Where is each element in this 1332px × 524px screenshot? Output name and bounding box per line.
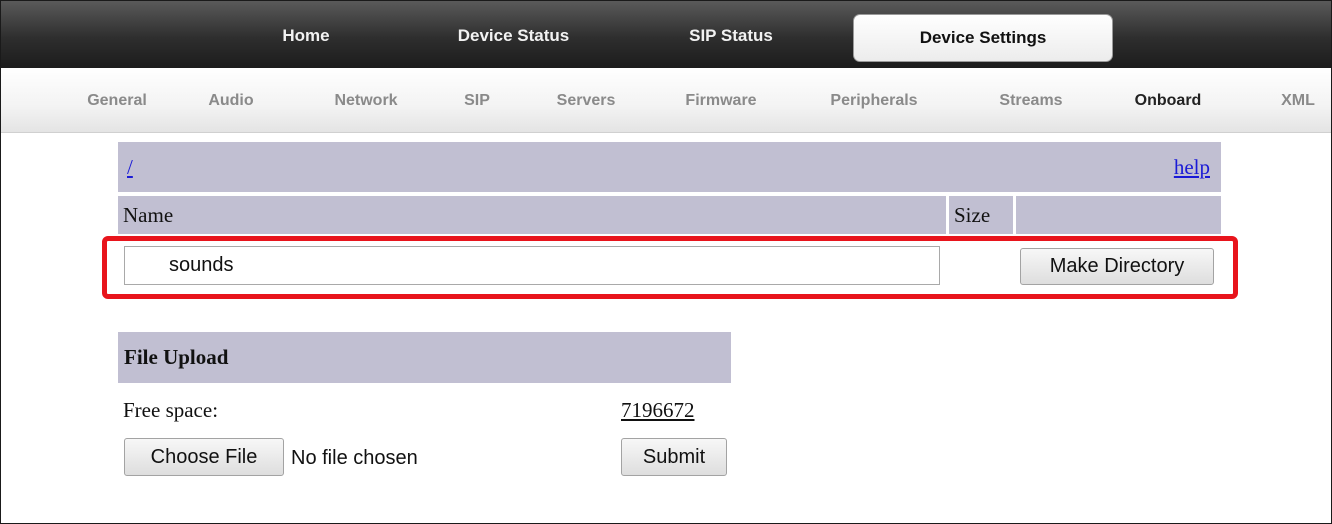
tab-sip-status[interactable]: SIP Status [661, 1, 801, 68]
subnav-peripherals[interactable]: Peripherals [809, 68, 939, 133]
browser-frame: Home Device Status SIP Status Device Set… [0, 0, 1332, 524]
column-header-actions [1016, 196, 1221, 234]
path-bar: / help [118, 142, 1221, 192]
make-directory-button[interactable]: Make Directory [1020, 248, 1214, 285]
subnav-network[interactable]: Network [311, 68, 421, 133]
subnav-streams[interactable]: Streams [976, 68, 1086, 133]
subnav-audio[interactable]: Audio [191, 68, 271, 133]
column-header-name: Name [118, 196, 946, 234]
tab-device-status[interactable]: Device Status [431, 1, 596, 68]
subnav-xml[interactable]: XML [1263, 68, 1331, 133]
no-file-chosen-text: No file chosen [291, 447, 418, 469]
subnav-general[interactable]: General [67, 68, 167, 133]
tab-home[interactable]: Home [246, 1, 366, 68]
file-upload-title: File Upload [118, 332, 731, 383]
help-link[interactable]: help [1174, 155, 1210, 180]
free-space-value: 7196672 [621, 398, 695, 422]
subnav-onboard[interactable]: Onboard [1113, 68, 1223, 133]
top-nav: Home Device Status SIP Status Device Set… [1, 1, 1331, 68]
column-header-size: Size [949, 196, 1013, 234]
sub-nav: General Audio Network SIP Servers Firmwa… [1, 68, 1331, 133]
subnav-servers[interactable]: Servers [536, 68, 636, 133]
subnav-firmware[interactable]: Firmware [661, 68, 781, 133]
new-directory-input[interactable]: sounds [124, 246, 940, 285]
root-path-link[interactable]: / [127, 155, 133, 180]
free-space-label: Free space: [123, 398, 219, 422]
submit-button[interactable]: Submit [621, 438, 727, 476]
choose-file-button[interactable]: Choose File [124, 438, 284, 476]
subnav-sip[interactable]: SIP [447, 68, 507, 133]
tab-device-settings[interactable]: Device Settings [853, 14, 1113, 62]
